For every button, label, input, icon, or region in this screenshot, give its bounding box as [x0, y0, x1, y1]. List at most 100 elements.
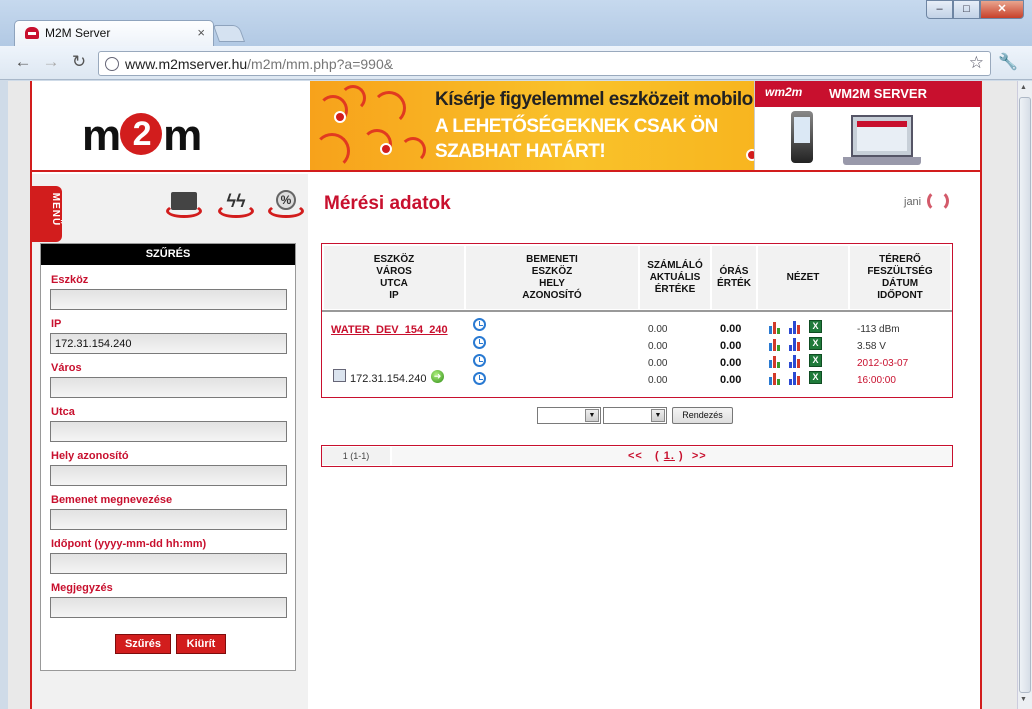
folder-icon[interactable]	[166, 190, 202, 220]
menu-tab[interactable]: MENÜ	[32, 186, 62, 242]
chart-icon[interactable]	[769, 354, 783, 368]
time-input[interactable]	[50, 553, 287, 574]
clock-icon[interactable]	[473, 354, 486, 367]
chart-icon[interactable]	[769, 320, 783, 334]
input-name-label: Bemenet megnevezése	[51, 494, 173, 506]
reload-icon[interactable]: ↻	[68, 52, 90, 74]
current-page-link[interactable]: 1.	[664, 450, 675, 462]
hourly-value: 0.00	[720, 357, 742, 369]
promo-banner[interactable]: Kísérje figyelemmel eszközeit mobilon! A…	[310, 81, 754, 170]
excel-icon[interactable]: X	[809, 337, 822, 350]
input-name-input[interactable]	[50, 509, 287, 530]
hourly-value: 0.00	[720, 323, 742, 335]
hourly-value: 0.00	[720, 340, 742, 352]
page-title: Mérési adatok	[324, 193, 451, 214]
column-header-view: NÉZET	[758, 246, 848, 309]
device-input[interactable]	[50, 289, 287, 310]
m2m-logo[interactable]: m2m	[82, 111, 202, 161]
device-link[interactable]: WATER_DEV_154_240	[331, 324, 448, 336]
browser-toolbar: ← → ↻ www.m2mserver.hu/m2m/mm.php?a=990&…	[0, 46, 1032, 80]
page-background: m2m Kísérje figyelemmel eszközeit mobilo…	[8, 81, 1017, 709]
bar-chart-icon[interactable]	[789, 320, 803, 334]
browser-tab[interactable]: M2M Server ×	[14, 20, 214, 46]
device-ip: 172.31.154.240	[350, 373, 427, 385]
bar-chart-icon[interactable]	[789, 337, 803, 351]
clock-icon[interactable]	[473, 336, 486, 349]
wrench-icon[interactable]: 🔧	[998, 52, 1018, 72]
wm2m-banner-header: wm2m WM2M SERVER	[755, 81, 981, 107]
refresh-icon[interactable]	[927, 190, 949, 212]
sort-order-select[interactable]: ▼	[603, 407, 667, 424]
next-page-link[interactable]: >>	[692, 450, 707, 462]
url-text[interactable]: www.m2mserver.hu/m2m/mm.php?a=990&	[125, 56, 393, 72]
sort-button[interactable]: Rendezés	[672, 407, 733, 424]
chevron-down-icon[interactable]: ▼	[651, 409, 665, 422]
io-signal-icon[interactable]: ϟϟ	[218, 190, 254, 220]
excel-icon[interactable]: X	[809, 320, 822, 333]
counter-value: 0.00	[648, 358, 668, 369]
chart-icon[interactable]	[769, 371, 783, 385]
note-input[interactable]	[50, 597, 287, 618]
column-header-counter: SZÁMLÁLÓ AKTUÁLIS ÉRTÉKE	[640, 246, 710, 309]
back-arrow-icon[interactable]: ←	[12, 52, 34, 74]
excel-icon[interactable]: X	[809, 354, 822, 367]
go-arrow-icon[interactable]: ➜	[431, 370, 444, 383]
maximize-button[interactable]: □	[953, 0, 980, 19]
site-header: m2m Kísérje figyelemmel eszközeit mobilo…	[32, 81, 981, 172]
percent-icon[interactable]: %	[268, 190, 304, 220]
mobile-phone-icon	[791, 111, 813, 163]
prev-page-link[interactable]: <<	[628, 450, 643, 462]
city-label: Város	[51, 362, 82, 374]
wm2m-logo: wm2m	[765, 85, 803, 99]
measurements-table: ESZKÖZ VÁROS UTCA IP BEMENETI ESZKÖZ HEL…	[321, 243, 953, 398]
user-name: jani	[904, 196, 922, 208]
street-input[interactable]	[50, 421, 287, 442]
banner-line-1: Kísérje figyelemmel eszközeit mobilon!	[435, 89, 754, 110]
view-icons-row: X	[769, 354, 822, 368]
tab-title: M2M Server	[45, 26, 111, 40]
laptop-icon	[843, 115, 921, 165]
scrollbar-thumb[interactable]	[1019, 97, 1031, 693]
filter-title: SZŰRÉS	[41, 244, 295, 265]
scroll-up-icon[interactable]: ▲	[1020, 84, 1027, 91]
signal-wave-icon	[314, 133, 350, 169]
close-button[interactable]: ✕	[980, 0, 1024, 19]
column-header-input: BEMENETI ESZKÖZ HELY AZONOSÍTÓ	[466, 246, 638, 309]
new-tab-button[interactable]	[212, 25, 246, 42]
column-header-device: ESZKÖZ VÁROS UTCA IP	[324, 246, 464, 309]
signal-wave-icon	[372, 91, 406, 125]
globe-icon	[105, 57, 119, 71]
bookmark-star-icon[interactable]: ☆	[969, 53, 984, 73]
street-label: Utca	[51, 406, 75, 418]
ip-input[interactable]	[50, 333, 287, 354]
clock-icon[interactable]	[473, 372, 486, 385]
counter-value: 0.00	[648, 324, 668, 335]
city-input[interactable]	[50, 377, 287, 398]
bar-chart-icon[interactable]	[789, 354, 803, 368]
location-id-label: Hely azonosító	[51, 450, 129, 462]
clock-icon[interactable]	[473, 318, 486, 331]
scroll-down-icon[interactable]: ▼	[1020, 696, 1027, 703]
address-bar[interactable]: www.m2mserver.hu/m2m/mm.php?a=990& ☆	[98, 51, 991, 76]
bar-chart-icon[interactable]	[789, 371, 803, 385]
wm2m-banner[interactable]: wm2m WM2M SERVER	[754, 81, 981, 170]
device-label: Eszköz	[51, 274, 89, 286]
sort-field-select[interactable]: ▼	[537, 407, 601, 424]
chevron-down-icon[interactable]: ▼	[585, 409, 599, 422]
hourly-value: 0.00	[720, 374, 742, 386]
wm2m-server-label: WM2M SERVER	[829, 86, 927, 101]
clear-button[interactable]: Kiürít	[176, 634, 226, 654]
red-dot-icon	[746, 149, 754, 161]
minimize-button[interactable]: –	[926, 0, 953, 19]
measurement-time: 16:00:00	[857, 375, 896, 386]
page-content: m2m Kísérje figyelemmel eszközeit mobilo…	[30, 81, 982, 709]
vertical-scrollbar[interactable]: ▲ ▼	[1017, 81, 1032, 709]
location-id-input[interactable]	[50, 465, 287, 486]
forward-arrow-icon[interactable]: →	[40, 52, 62, 74]
filter-button[interactable]: Szűrés	[115, 634, 171, 654]
tab-close-icon[interactable]: ×	[197, 25, 205, 40]
column-header-signal: TÉRERŐ FESZÜLTSÉG DÁTUM IDŐPONT	[850, 246, 950, 309]
chart-icon[interactable]	[769, 337, 783, 351]
column-header-hourly: ÓRÁS ÉRTÉK	[712, 246, 756, 309]
excel-icon[interactable]: X	[809, 371, 822, 384]
